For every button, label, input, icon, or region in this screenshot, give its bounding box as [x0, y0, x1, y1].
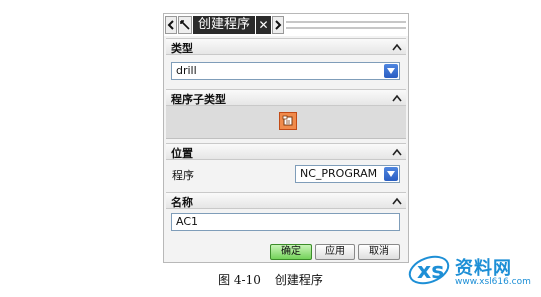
figure-number: 图 4-10 — [218, 273, 261, 287]
dialog-titlebar: 创建程序 ✕ — [164, 14, 408, 36]
name-input[interactable]: AC1 — [171, 213, 400, 231]
program-dropdown-value: NC_PROGRAM — [300, 167, 378, 180]
close-icon[interactable]: ✕ — [256, 16, 271, 34]
apply-button[interactable]: 应用 — [315, 244, 355, 260]
collapse-icon[interactable] — [391, 146, 403, 157]
type-dropdown-value: drill — [176, 64, 197, 77]
collapse-icon[interactable] — [391, 195, 403, 206]
watermark: xs 资料网 www.xsl616.com — [405, 248, 535, 292]
cancel-button[interactable]: 取消 — [358, 244, 400, 260]
dialog-title: 创建程序 — [193, 16, 255, 34]
tool-icon[interactable] — [178, 16, 192, 34]
scroll-right-icon[interactable] — [272, 16, 284, 34]
section-label-subtype: 程序子类型 — [171, 93, 226, 106]
section-header-type[interactable]: 类型 — [166, 38, 406, 55]
section-header-location[interactable]: 位置 — [166, 143, 406, 160]
watermark-url: www.xsl616.com — [455, 277, 531, 287]
page: 创建程序 ✕ 类型 drill 程序子类型 位置 程序 NC_PROGRAM 名… — [0, 0, 541, 297]
collapse-icon[interactable] — [391, 41, 403, 52]
chevron-down-icon[interactable] — [384, 64, 398, 78]
section-label-type: 类型 — [171, 42, 193, 55]
section-label-location: 位置 — [171, 147, 193, 160]
figure-title: 创建程序 — [274, 273, 323, 287]
watermark-logo-icon: xs — [408, 255, 450, 285]
subtype-gallery — [166, 106, 406, 139]
program-label: 程序 — [172, 169, 194, 182]
scroll-left-icon[interactable] — [165, 16, 177, 34]
svg-text:xs: xs — [417, 259, 444, 284]
ok-button[interactable]: 确定 — [270, 244, 312, 260]
titlebar-grip — [286, 21, 406, 29]
program-dropdown[interactable]: NC_PROGRAM — [295, 165, 400, 183]
section-header-subtype[interactable]: 程序子类型 — [166, 89, 406, 106]
chevron-down-icon[interactable] — [384, 167, 398, 181]
collapse-icon[interactable] — [391, 92, 403, 103]
create-program-dialog: 创建程序 ✕ 类型 drill 程序子类型 位置 程序 NC_PROGRAM 名… — [163, 13, 409, 263]
section-header-name[interactable]: 名称 — [166, 192, 406, 209]
program-subtype-icon[interactable] — [279, 112, 297, 130]
section-label-name: 名称 — [171, 196, 193, 209]
type-dropdown[interactable]: drill — [171, 62, 400, 80]
